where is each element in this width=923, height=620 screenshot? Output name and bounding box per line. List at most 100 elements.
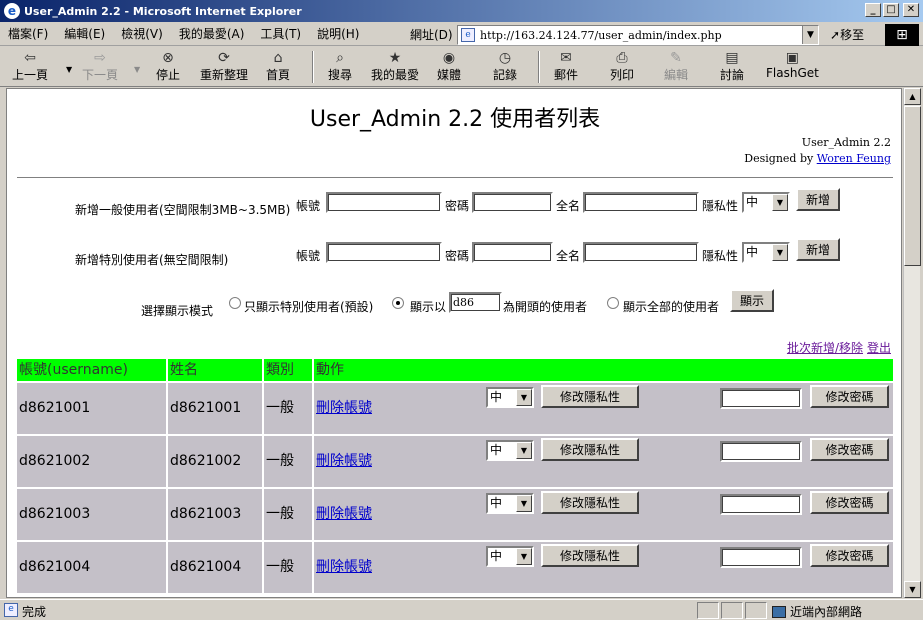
flashget-button[interactable]: ▣ FlashGet [766,50,819,80]
chevron-down-icon: ▼ [516,548,532,565]
radio-prefix[interactable] [392,297,404,309]
chevron-down-icon[interactable]: ▼ [802,26,818,44]
add-special-user-button[interactable]: 新增 [796,238,841,261]
menu-favorites[interactable]: 我的最愛(A) [171,25,253,42]
change-password-button[interactable]: 修改密碼 [810,385,889,408]
menu-edit[interactable]: 編輯(E) [56,25,113,42]
normal-password-input[interactable] [472,192,553,213]
media-button[interactable]: ◉ 媒體 [437,50,461,83]
logout-link[interactable]: 登出 [867,341,891,355]
prefix-input[interactable] [449,292,502,313]
discuss-button[interactable]: ▤ 討論 [720,50,744,83]
account-label: 帳號 [296,199,321,213]
option-prefix-label: 顯示以 [410,300,447,314]
close-button[interactable]: ✕ [903,3,919,17]
print-button[interactable]: ⎙ 列印 [610,50,634,83]
back-arrow-icon: ⇦ [24,50,36,66]
change-privacy-button[interactable]: 修改隱私性 [541,438,639,461]
status-text: 完成 [22,605,47,619]
scrollbar-thumb[interactable] [904,106,921,266]
special-password-input[interactable] [472,242,553,263]
fullname-label: 全名 [556,199,581,213]
favorites-button[interactable]: ★ 我的最愛 [371,50,419,83]
forward-label: 下一頁 [82,68,119,82]
cell-name: d8621001 [168,383,262,434]
vertical-scrollbar[interactable]: ▲ ▼ [903,88,921,598]
home-icon: ⌂ [273,50,283,66]
back-button[interactable]: ⇦ 上一頁 [12,50,48,83]
change-password-button[interactable]: 修改密碼 [810,491,889,514]
page-icon: e [4,603,18,617]
display-button[interactable]: 顯示 [730,289,775,312]
minimize-button[interactable]: _ [865,3,881,17]
table-row: d8621003 d8621003 一般 刪除帳號 中 ▼ 修改隱私性 修改密碼 [17,489,893,540]
special-privacy-select[interactable]: 中 ▼ [742,242,790,263]
home-button[interactable]: ⌂ 首頁 [266,50,290,83]
credit-version: User_Admin 2.2 [801,136,891,149]
radio-show-all[interactable] [607,297,619,309]
normal-user-label: 新增一般使用者(空間限制3MB~3.5MB) [75,203,291,217]
search-button[interactable]: ⌕ 搜尋 [328,50,352,83]
change-privacy-button[interactable]: 修改隱私性 [541,544,639,567]
forward-dropdown[interactable]: ▼ [134,61,140,75]
maximize-button[interactable]: □ [883,3,899,17]
print-label: 列印 [610,68,635,82]
author-link[interactable]: Woren Feung [817,152,891,165]
menu-tools[interactable]: 工具(T) [252,25,309,42]
address-bar[interactable]: e http://163.24.124.77/user_admin/index.… [457,25,819,45]
refresh-icon: ⟳ [218,50,230,66]
page-icon: e [461,28,475,42]
normal-fullname-input[interactable] [583,192,699,213]
go-button[interactable]: ➚移至 [830,26,864,43]
mail-label: 郵件 [554,68,579,82]
menu-file[interactable]: 檔案(F) [0,25,56,42]
menu-help[interactable]: 說明(H) [309,25,367,42]
go-label: 移至 [840,28,865,42]
mail-button[interactable]: ✉ 郵件 [554,50,578,83]
new-password-input[interactable] [720,547,802,568]
mail-icon: ✉ [560,50,572,66]
row-privacy-select[interactable]: 中 ▼ [486,440,534,461]
status-panel [745,602,767,619]
back-dropdown[interactable]: ▼ [66,61,72,75]
toolbar-separator [312,51,314,83]
change-privacy-button[interactable]: 修改隱私性 [541,385,639,408]
cell-username: d8621001 [17,383,166,434]
add-normal-user-button[interactable]: 新增 [796,188,841,211]
stop-button[interactable]: ⊗ 停止 [156,50,180,83]
account-label: 帳號 [296,249,321,263]
radio-special-only[interactable] [229,297,241,309]
top-links: 批次新增/移除 登出 [783,339,891,356]
scroll-down-icon[interactable]: ▼ [904,581,921,598]
scroll-up-icon[interactable]: ▲ [904,88,921,105]
special-fullname-input[interactable] [583,242,699,263]
search-icon: ⌕ [336,50,344,66]
cell-name: d8621002 [168,436,262,487]
cell-username: d8621002 [17,436,166,487]
row-privacy-select[interactable]: 中 ▼ [486,387,534,408]
batch-link[interactable]: 批次新增/移除 [787,341,863,355]
edit-button[interactable]: ✎ 編輯 [664,50,688,83]
new-password-input[interactable] [720,494,802,515]
row-privacy-select[interactable]: 中 ▼ [486,493,534,514]
normal-privacy-select[interactable]: 中 ▼ [742,192,790,213]
new-password-input[interactable] [720,388,802,409]
history-button[interactable]: ◷ 記錄 [493,50,517,83]
menu-view[interactable]: 檢視(V) [113,25,171,42]
refresh-button[interactable]: ⟳ 重新整理 [200,50,248,83]
credit-designer: Designed by Woren Feung [744,151,891,167]
change-password-button[interactable]: 修改密碼 [810,438,889,461]
forward-button[interactable]: ⇨ 下一頁 [82,50,118,83]
new-password-input[interactable] [720,441,802,462]
change-privacy-button[interactable]: 修改隱私性 [541,491,639,514]
history-icon: ◷ [498,50,512,66]
stop-icon: ⊗ [162,50,174,66]
cell-username: d8621004 [17,542,166,593]
option-prefix-suffix: 為開頭的使用者 [503,300,588,314]
row-privacy-select[interactable]: 中 ▼ [486,546,534,567]
change-password-button[interactable]: 修改密碼 [810,544,889,567]
normal-account-input[interactable] [326,192,442,213]
special-account-input[interactable] [326,242,442,263]
search-label: 搜尋 [328,68,353,82]
password-label: 密碼 [445,249,470,263]
